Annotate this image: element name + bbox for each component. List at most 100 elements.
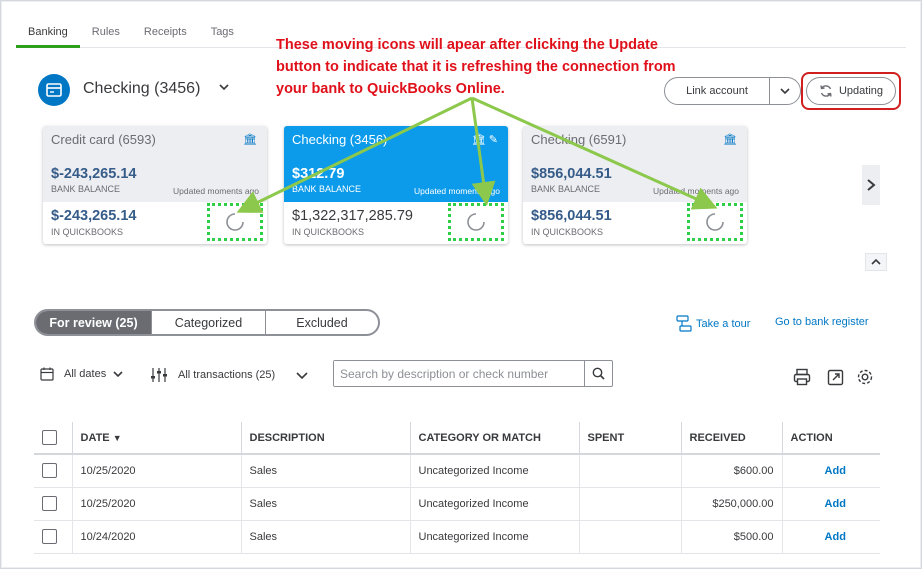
print-icon[interactable]	[793, 368, 811, 391]
row-description: Sales	[240, 487, 410, 521]
gear-icon[interactable]	[856, 368, 874, 391]
account-card-checking-selected[interactable]: Checking (3456) 🏛 ✎ $312.79 BANK BALANCE…	[284, 126, 508, 244]
transaction-search	[333, 360, 613, 387]
transactions-filter[interactable]: All transactions (25)	[150, 367, 309, 383]
card-footer: $1,322,317,285.79 IN QUICKBOOKS	[284, 202, 508, 244]
export-icon[interactable]	[827, 368, 845, 391]
card-header: Credit card (6593) 🏛 $-243,265.14 BANK B…	[43, 126, 267, 202]
card-qb-label: IN QUICKBOOKS	[292, 227, 365, 237]
row-checkbox[interactable]	[42, 463, 57, 479]
table-row[interactable]: 10/25/2020 Sales Uncategorized Income $6…	[34, 454, 880, 488]
card-header: Checking (6591) 🏛 $856,044.51 BANK BALAN…	[523, 126, 747, 202]
take-a-tour-label[interactable]: Take a tour	[696, 318, 750, 330]
date-column-header[interactable]: DATE ▼	[71, 422, 241, 455]
category-column-header[interactable]: CATEGORY OR MATCH	[409, 422, 579, 455]
row-spent	[578, 487, 681, 521]
segment-categorized[interactable]: Categorized	[152, 311, 266, 334]
loading-spinner-highlight	[448, 203, 504, 241]
select-all-checkbox[interactable]	[42, 430, 57, 445]
segment-excluded[interactable]: Excluded	[266, 311, 378, 334]
card-account-name: Checking (3456)	[292, 132, 388, 147]
tab-rules[interactable]: Rules	[80, 18, 132, 48]
table-row[interactable]: 10/25/2020 Sales Uncategorized Income $2…	[34, 487, 880, 521]
link-account-button[interactable]: Link account	[664, 77, 801, 105]
annotation-callout: These moving icons will apear after clic…	[276, 37, 676, 97]
row-checkbox-cell	[34, 520, 72, 554]
link-account-label[interactable]: Link account	[665, 78, 770, 104]
select-all-cell	[34, 422, 72, 455]
card-account-name: Credit card (6593)	[51, 132, 156, 147]
bank-icon: 🏛	[723, 134, 737, 146]
chevron-down-icon[interactable]	[770, 78, 800, 104]
row-description: Sales	[240, 520, 410, 554]
transactions-filter-label[interactable]: All transactions (25)	[178, 369, 275, 381]
account-card-checking-6591[interactable]: Checking (6591) 🏛 $856,044.51 BANK BALAN…	[523, 126, 747, 244]
chevron-down-icon	[113, 371, 123, 378]
row-add-action[interactable]: Add	[781, 487, 880, 521]
row-checkbox[interactable]	[42, 496, 57, 511]
row-checkbox-cell	[34, 487, 72, 521]
row-checkbox[interactable]	[42, 529, 57, 544]
loading-spinner-icon	[467, 213, 485, 231]
row-category[interactable]: Uncategorized Income	[409, 454, 579, 488]
card-footer: $856,044.51 IN QUICKBOOKS	[523, 202, 747, 244]
transactions-table: DATE ▼ DESCRIPTION CATEGORY OR MATCH SPE…	[34, 422, 880, 554]
received-column-header[interactable]: RECEIVED	[680, 422, 782, 455]
card-bank-balance: $312.79	[292, 166, 345, 182]
tab-tags[interactable]: Tags	[199, 18, 246, 48]
card-qb-balance: $1,322,317,285.79	[292, 208, 413, 224]
row-spent	[578, 454, 681, 488]
chevron-down-icon	[296, 372, 308, 380]
card-qb-balance: $856,044.51	[531, 208, 612, 224]
spent-column-header[interactable]: SPENT	[578, 422, 681, 455]
chevron-down-icon[interactable]	[218, 80, 230, 96]
take-a-tour-link[interactable]: Take a tour	[676, 315, 750, 333]
loading-spinner-highlight	[687, 203, 743, 241]
row-add-action[interactable]: Add	[781, 454, 880, 488]
row-spent	[578, 520, 681, 554]
tab-receipts[interactable]: Receipts	[132, 18, 199, 48]
tab-banking[interactable]: Banking	[16, 18, 80, 48]
sort-desc-icon[interactable]: ▼	[113, 433, 122, 443]
filter-sliders-icon	[151, 368, 167, 382]
date-filter-label[interactable]: All dates	[64, 368, 106, 380]
account-card-credit[interactable]: Credit card (6593) 🏛 $-243,265.14 BANK B…	[43, 126, 267, 244]
segment-for-review[interactable]: For review (25)	[36, 311, 152, 334]
bank-icon: 🏛	[243, 134, 257, 146]
card-qb-balance: $-243,265.14	[51, 208, 137, 224]
date-filter[interactable]: All dates	[40, 367, 124, 381]
table-row[interactable]: 10/24/2020 Sales Uncategorized Income $5…	[34, 520, 880, 554]
collapse-cards-button[interactable]	[865, 253, 887, 271]
loading-spinner-icon	[226, 213, 244, 231]
go-to-bank-register-link[interactable]: Go to bank register	[775, 316, 869, 328]
search-button[interactable]	[584, 361, 612, 386]
update-button-label: Updating	[838, 85, 884, 97]
description-column-header[interactable]: DESCRIPTION	[240, 422, 410, 455]
row-received: $250,000.00	[680, 487, 782, 521]
date-header-label[interactable]: DATE	[81, 432, 110, 444]
card-updated-text: Updated moments ago	[173, 186, 259, 196]
action-column-header: ACTION	[781, 422, 880, 455]
search-icon	[592, 367, 605, 380]
card-account-name: Checking (6591)	[531, 132, 627, 147]
account-selector-title[interactable]: Checking (3456)	[83, 80, 200, 98]
card-updated-text: Updated moments ago	[653, 186, 739, 196]
chevron-right-icon[interactable]	[862, 165, 880, 205]
loading-spinner-icon	[706, 213, 724, 231]
chevron-up-icon	[871, 258, 881, 265]
update-button[interactable]: Updating	[806, 77, 896, 105]
row-date: 10/25/2020	[71, 454, 241, 488]
bank-account-icon	[38, 74, 70, 106]
search-input[interactable]	[334, 361, 584, 386]
row-category[interactable]: Uncategorized Income	[409, 487, 579, 521]
row-add-action[interactable]: Add	[781, 520, 880, 554]
bank-edit-icons[interactable]: 🏛 ✎	[472, 133, 498, 146]
card-qb-label: IN QUICKBOOKS	[531, 227, 604, 237]
card-bank-balance-label: BANK BALANCE	[292, 184, 362, 194]
row-date: 10/25/2020	[71, 487, 241, 521]
row-category[interactable]: Uncategorized Income	[409, 520, 579, 554]
calendar-icon	[40, 367, 54, 381]
card-bank-balance: $856,044.51	[531, 166, 612, 182]
row-date: 10/24/2020	[71, 520, 241, 554]
card-header: Checking (3456) 🏛 ✎ $312.79 BANK BALANCE…	[284, 126, 508, 202]
